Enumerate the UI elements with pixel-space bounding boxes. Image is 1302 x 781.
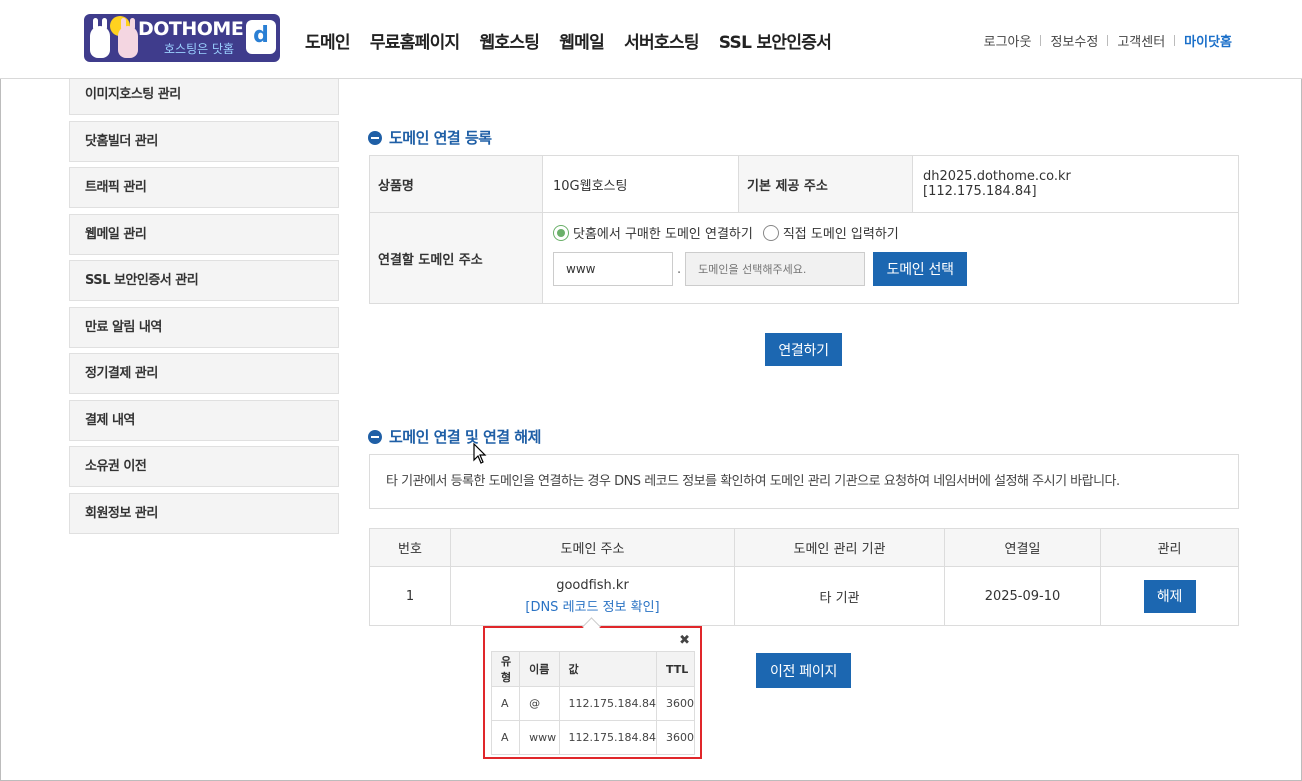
support-link[interactable]: 고객센터 [1117, 31, 1165, 50]
table-row: A www 112.175.184.84 3600 [490, 720, 695, 755]
nav-server-hosting[interactable]: 서버호스팅 [624, 28, 699, 53]
logo-brand: DOTHOME [138, 18, 244, 40]
dns-ttl: 3600 [656, 720, 695, 755]
dns-name: @ [519, 686, 560, 721]
nav-webmail[interactable]: 웹메일 [559, 28, 605, 53]
base-address-value: dh2025.dothome.co.kr [923, 169, 1071, 184]
product-label: 상품명 [369, 155, 543, 213]
col-number: 번호 [369, 528, 451, 567]
connections-section-title: 도메인 연결 및 연결 해제 [368, 426, 541, 447]
register-table: 상품명 10G웹호스팅 기본 제공 주소 dh2025.dothome.co.k… [369, 155, 1239, 304]
connections-title-text: 도메인 연결 및 연결 해제 [389, 428, 541, 446]
dns-type: A [490, 686, 521, 721]
subdomain-input[interactable] [553, 252, 673, 286]
mypage-link[interactable]: 마이닷홈 [1184, 31, 1232, 50]
domain-select-field[interactable] [685, 252, 866, 286]
domain-select-button[interactable]: 도메인 선택 [873, 252, 968, 286]
dns-value: 112.175.184.84 [558, 686, 658, 721]
sidebar: 이미지호스팅 관리 닷홈빌더 관리 트래픽 관리 웹메일 관리 SSL 보안인증… [69, 79, 339, 539]
sidebar-item-payments[interactable]: 결제 내역 [69, 399, 339, 441]
dns-record-table: 유형 이름 값 TTL A @ 112.175.184.84 3600 A ww… [490, 651, 695, 755]
col-registrar: 도메인 관리 기관 [734, 528, 945, 567]
row-date: 2025-09-10 [944, 566, 1101, 626]
close-icon[interactable]: ✖ [679, 633, 690, 648]
dns-record-popup: ✖ 유형 이름 값 TTL A @ 112.175.184.84 3600 A … [483, 626, 702, 759]
dns-col-value: 값 [558, 651, 658, 687]
col-domain: 도메인 주소 [450, 528, 735, 567]
connect-domain-label: 연결할 도메인 주소 [369, 212, 543, 304]
nav-domain[interactable]: 도메인 [305, 28, 351, 53]
dns-name: www [519, 720, 560, 755]
dns-col-name: 이름 [519, 651, 560, 687]
site-header: DOTHOME 호스팅은 닷홈 d 도메인 무료홈페이지 웹호스팅 웹메일 서버… [0, 0, 1302, 79]
logout-link[interactable]: 로그아웃 [984, 31, 1032, 50]
base-address-ip: [112.175.184.84] [923, 184, 1037, 199]
bunny-graphic [118, 18, 138, 58]
dns-record-link[interactable]: [DNS 레코드 정보 확인] [451, 596, 734, 615]
sidebar-item-member-info[interactable]: 회원정보 관리 [69, 492, 339, 534]
dot-separator: . [677, 261, 682, 277]
edit-info-link[interactable]: 정보수정 [1050, 31, 1098, 50]
nav-free-homepage[interactable]: 무료홈페이지 [370, 28, 460, 53]
sidebar-item-image-hosting[interactable]: 이미지호스팅 관리 [69, 79, 339, 115]
util-menu: 로그아웃 정보수정 고객센터 마이닷홈 [984, 31, 1232, 50]
base-address-cell: dh2025.dothome.co.kr [112.175.184.84] [912, 155, 1239, 213]
register-section-title: 도메인 연결 등록 [368, 127, 492, 148]
dns-col-type: 유형 [490, 651, 521, 687]
dns-type: A [490, 720, 521, 755]
row-domain: goodfish.kr [556, 577, 629, 593]
register-title-text: 도메인 연결 등록 [389, 129, 492, 147]
radio-purchased-label[interactable]: 닷홈에서 구매한 도메인 연결하기 [573, 223, 753, 242]
logo-slogan: 호스팅은 닷홈 [164, 42, 235, 56]
disconnect-button[interactable]: 해제 [1143, 579, 1196, 613]
connect-domain-cell: 닷홈에서 구매한 도메인 연결하기 직접 도메인 입력하기 . 도메인 선택 [542, 212, 1239, 304]
radio-direct[interactable] [762, 224, 779, 241]
sidebar-item-webmail[interactable]: 웹메일 관리 [69, 213, 339, 255]
dns-value: 112.175.184.84 [558, 720, 658, 755]
nav-ssl[interactable]: SSL 보안인증서 [719, 28, 832, 53]
row-manage-cell: 해제 [1100, 566, 1239, 626]
sidebar-item-ownership-transfer[interactable]: 소유권 이전 [69, 446, 339, 487]
mouse-cursor-icon [473, 443, 487, 464]
connect-button[interactable]: 연결하기 [765, 333, 842, 366]
minus-circle-icon [368, 130, 382, 145]
product-value: 10G웹호스팅 [542, 155, 739, 213]
radio-purchased[interactable] [553, 224, 569, 241]
dns-col-ttl: TTL [656, 651, 695, 687]
row-number: 1 [369, 566, 451, 626]
dns-ttl: 3600 [656, 686, 695, 721]
domain-input-row: . 도메인 선택 [553, 252, 1228, 286]
sidebar-item-ssl[interactable]: SSL 보안인증서 관리 [69, 260, 339, 301]
row-registrar: 타 기관 [734, 566, 945, 626]
logo-d-icon: d [246, 20, 276, 54]
col-manage: 관리 [1100, 528, 1239, 567]
radio-direct-label[interactable]: 직접 도메인 입력하기 [783, 223, 899, 242]
divider [1040, 35, 1042, 46]
main-nav: 도메인 무료홈페이지 웹호스팅 웹메일 서버호스팅 SSL 보안인증서 [305, 28, 851, 53]
divider [1174, 35, 1176, 46]
minus-circle-icon [368, 429, 382, 444]
col-date: 연결일 [944, 528, 1101, 567]
sidebar-item-builder[interactable]: 닷홈빌더 관리 [69, 120, 339, 162]
nav-web-hosting[interactable]: 웹호스팅 [479, 28, 539, 53]
base-address-label: 기본 제공 주소 [738, 155, 913, 213]
bunny-graphic [90, 18, 110, 58]
sidebar-item-auto-payment[interactable]: 정기결제 관리 [69, 353, 339, 394]
dns-notice: 타 기관에서 등록한 도메인을 연결하는 경우 DNS 레코드 정보를 확인하여… [369, 454, 1239, 509]
dothome-logo[interactable]: DOTHOME 호스팅은 닷홈 d [84, 14, 280, 62]
sidebar-item-expiry-alerts[interactable]: 만료 알림 내역 [69, 306, 339, 348]
prev-page-button[interactable]: 이전 페이지 [756, 653, 851, 688]
row-domain-cell: goodfish.kr [DNS 레코드 정보 확인] [450, 566, 735, 626]
radio-group: 닷홈에서 구매한 도메인 연결하기 직접 도메인 입력하기 [553, 223, 1228, 242]
divider [1107, 35, 1109, 46]
sidebar-item-traffic[interactable]: 트래픽 관리 [69, 167, 339, 208]
connections-table: 번호 도메인 주소 도메인 관리 기관 연결일 관리 1 goodfish.kr… [369, 528, 1239, 626]
table-row: A @ 112.175.184.84 3600 [490, 686, 695, 721]
table-row: 1 goodfish.kr [DNS 레코드 정보 확인] 타 기관 2025-… [369, 566, 1239, 626]
